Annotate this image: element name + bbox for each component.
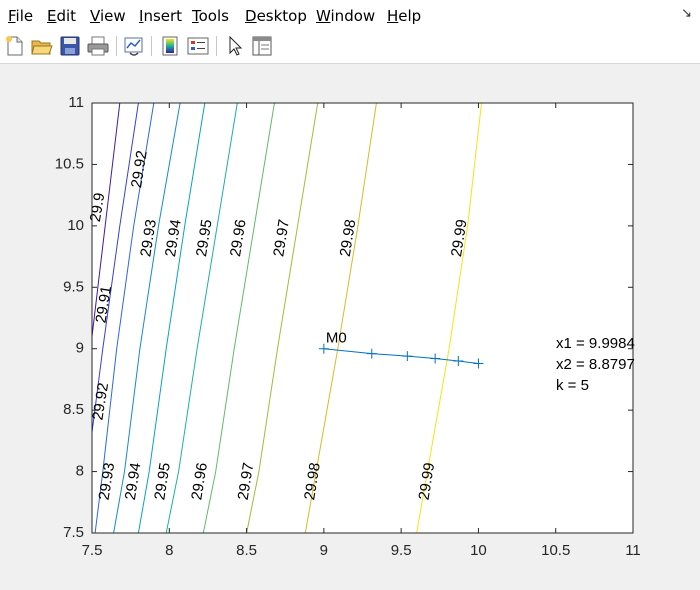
start-point-label: M0 <box>326 330 347 347</box>
x-tick-label: 8 <box>165 542 173 559</box>
x-tick-label: 7.5 <box>82 542 103 559</box>
figure-canvas: 29.929.9229.9129.93 29.94 29.95 29.96 29.97 2… <box>55 94 641 559</box>
toolbar-separator <box>116 36 117 56</box>
menu-insert[interactable]: Insert <box>139 7 182 25</box>
annotation-line: x2 = 8.8797 <box>556 356 635 373</box>
new-figure-icon[interactable] <box>3 34 27 58</box>
menu-tools[interactable]: Tools <box>192 7 229 25</box>
colorbar-icon[interactable] <box>158 34 182 58</box>
y-tick-label: 7.5 <box>63 524 84 541</box>
menu-edit[interactable]: Edit <box>47 7 76 25</box>
x-tick-label: 10.5 <box>541 542 570 559</box>
y-tick-label: 9 <box>76 340 84 357</box>
x-tick-label: 11 <box>625 542 641 559</box>
y-tick-label: 8.5 <box>63 401 84 418</box>
x-tick-label: 9 <box>320 542 328 559</box>
open-file-icon[interactable] <box>30 34 54 58</box>
menu-desktop[interactable]: Desktop <box>245 7 307 25</box>
menu-bar: File Edit View Insert Tools Desktop Wind… <box>0 0 700 30</box>
toolbar-separator <box>151 36 152 56</box>
x-tick-label: 8.5 <box>236 542 257 559</box>
x-tick-label: 10 <box>470 542 487 559</box>
x-tick-label: 9.5 <box>391 542 412 559</box>
dock-figure-icon[interactable]: ↘ <box>681 6 692 21</box>
y-tick-label: 11 <box>68 94 84 111</box>
link-plot-icon[interactable] <box>122 34 146 58</box>
menu-window[interactable]: Window <box>316 7 375 25</box>
y-tick-label: 9.5 <box>63 278 84 295</box>
menu-view[interactable]: View <box>90 7 126 25</box>
legend-icon[interactable] <box>186 34 210 58</box>
toolbar-separator <box>216 36 217 56</box>
y-tick-label: 10 <box>67 217 84 234</box>
annotation-line: k = 5 <box>556 377 589 394</box>
y-tick-label: 10.5 <box>55 155 84 172</box>
save-icon[interactable] <box>58 34 82 58</box>
y-tick-label: 8 <box>76 463 84 480</box>
property-inspector-icon[interactable] <box>250 34 274 58</box>
print-icon[interactable] <box>86 34 110 58</box>
annotation-line: x1 = 9.9984 <box>556 335 635 352</box>
edit-pointer-icon[interactable] <box>222 34 246 58</box>
figure-toolbar <box>0 30 700 64</box>
menu-file[interactable]: File <box>8 7 33 25</box>
menu-help[interactable]: Help <box>387 7 421 25</box>
